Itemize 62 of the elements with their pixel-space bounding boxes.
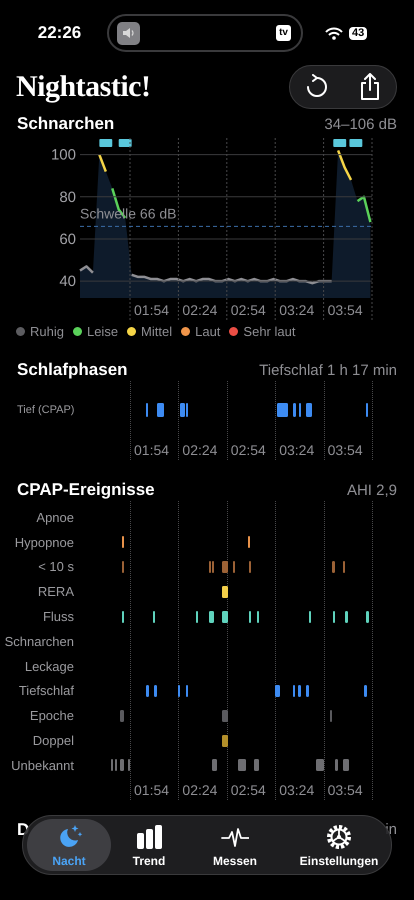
section-title: Schlafphasen <box>17 360 128 380</box>
share-button[interactable] <box>358 73 382 101</box>
time-label: 03:54 <box>328 302 363 318</box>
legend-label: Laut <box>195 324 220 338</box>
time-label: 03:24 <box>279 441 314 460</box>
snore-marker <box>118 139 132 147</box>
row-label: Fluss <box>42 609 74 624</box>
snore-marker <box>349 139 362 147</box>
refresh-button[interactable] <box>304 74 330 100</box>
speaker-icon <box>117 22 140 44</box>
time-label: 02:24 <box>182 441 218 460</box>
section-title: Schnarchen <box>17 114 114 134</box>
row-label: Unbekannt <box>10 758 74 773</box>
section-summary: 34–106 dB <box>324 116 397 132</box>
row-label: RERA <box>36 584 74 600</box>
row-label: Epoche <box>28 708 74 724</box>
time-label: 03:24 <box>279 302 314 318</box>
time-label: 01:54 <box>134 302 170 318</box>
row-label: Hypopnoe <box>14 534 74 550</box>
legend-label: Ruhig <box>30 324 64 338</box>
time-label: 02:54 <box>230 780 266 800</box>
time-label: 03:54 <box>328 441 363 460</box>
time-label: 01:54 <box>134 780 170 800</box>
row-label: Tief (CPAP) <box>16 404 74 416</box>
legend-label: Leise <box>86 324 118 338</box>
axis-label: 100 <box>50 146 76 164</box>
tab[interactable]: Messen <box>187 819 283 871</box>
section-summary: in <box>385 821 397 838</box>
time-label: 02:54 <box>230 441 266 460</box>
bar-chart-icon <box>135 822 163 850</box>
row-label: Doppel <box>32 733 74 748</box>
clock: 22:26 <box>36 23 82 43</box>
row-label: Tiefschlaf <box>18 683 74 698</box>
wifi-icon <box>325 26 343 40</box>
snore-marker <box>99 139 112 147</box>
row-label: Schnarchen <box>4 634 74 649</box>
battery: 43 <box>349 26 368 40</box>
time-label: 02:24 <box>182 780 218 800</box>
tv-badge: tv <box>276 25 291 41</box>
legend-label: Mittel <box>141 324 172 338</box>
snore-marker <box>333 139 346 147</box>
tab[interactable]: Trend <box>113 819 185 871</box>
section-summary: AHI 2,9 <box>346 482 397 498</box>
axis-label: 60 <box>59 230 76 248</box>
tab[interactable]: Nacht <box>27 819 111 871</box>
legend-label: Sehr laut <box>243 324 296 338</box>
axis-label: 40 <box>59 273 76 290</box>
time-label: 02:24 <box>182 302 218 318</box>
time-label: 01:54 <box>134 441 170 460</box>
section-summary: Tiefschlaf 1 h 17 min <box>259 362 397 378</box>
time-label: 02:54 <box>230 302 266 318</box>
settings-icon <box>325 822 353 850</box>
refresh-icon <box>304 74 330 100</box>
axis-label: 80 <box>59 188 76 206</box>
time-label: 03:24 <box>279 780 314 800</box>
section-title: CPAP-Ereignisse <box>17 480 155 500</box>
app-title: Nightastic! <box>16 70 150 104</box>
row-label: < 10 s <box>37 559 74 574</box>
row-label: Apnoe <box>35 510 74 525</box>
row-label: Leckage <box>24 658 74 674</box>
time-label: 03:54 <box>328 780 363 800</box>
share-icon <box>358 73 382 101</box>
